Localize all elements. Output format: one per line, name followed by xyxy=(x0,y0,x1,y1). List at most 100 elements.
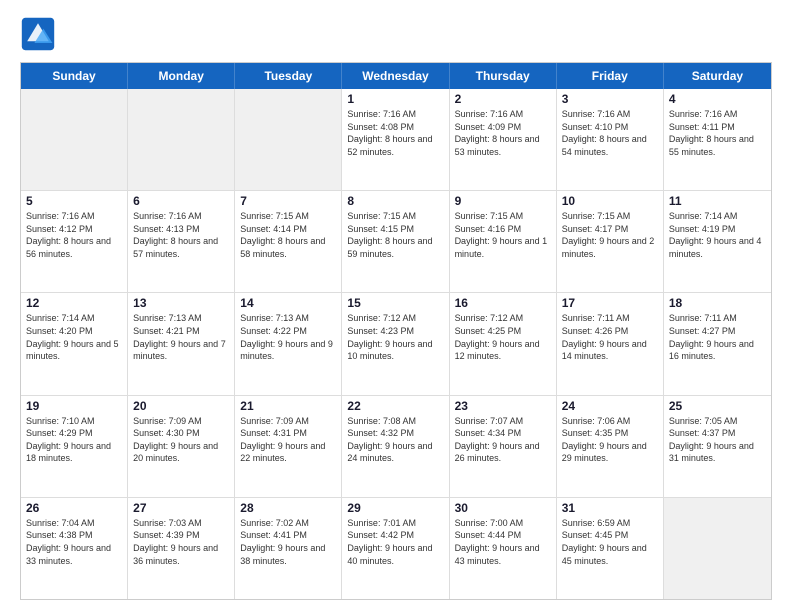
calendar: SundayMondayTuesdayWednesdayThursdayFrid… xyxy=(20,62,772,600)
day-number: 13 xyxy=(133,296,229,310)
calendar-cell: 1 Sunrise: 7:16 AM Sunset: 4:08 PM Daylig… xyxy=(342,89,449,190)
calendar-cell: 24 Sunrise: 7:06 AM Sunset: 4:35 PM Dayli… xyxy=(557,396,664,497)
day-number: 15 xyxy=(347,296,443,310)
day-number: 17 xyxy=(562,296,658,310)
cell-info: Sunrise: 7:08 AM Sunset: 4:32 PM Dayligh… xyxy=(347,415,443,465)
cell-info: Sunrise: 7:16 AM Sunset: 4:08 PM Dayligh… xyxy=(347,108,443,158)
cell-info: Sunrise: 7:00 AM Sunset: 4:44 PM Dayligh… xyxy=(455,517,551,567)
cell-info: Sunrise: 7:04 AM Sunset: 4:38 PM Dayligh… xyxy=(26,517,122,567)
calendar-cell: 19 Sunrise: 7:10 AM Sunset: 4:29 PM Dayli… xyxy=(21,396,128,497)
cell-info: Sunrise: 7:10 AM Sunset: 4:29 PM Dayligh… xyxy=(26,415,122,465)
cell-info: Sunrise: 7:16 AM Sunset: 4:13 PM Dayligh… xyxy=(133,210,229,260)
calendar-cell: 17 Sunrise: 7:11 AM Sunset: 4:26 PM Dayli… xyxy=(557,293,664,394)
header-day: Saturday xyxy=(664,63,771,89)
cell-info: Sunrise: 7:07 AM Sunset: 4:34 PM Dayligh… xyxy=(455,415,551,465)
day-number: 20 xyxy=(133,399,229,413)
calendar-cell: 22 Sunrise: 7:08 AM Sunset: 4:32 PM Dayli… xyxy=(342,396,449,497)
day-number: 11 xyxy=(669,194,766,208)
header xyxy=(20,16,772,52)
calendar-row: 26Sunrise: 7:04 AM Sunset: 4:38 PM Dayli… xyxy=(21,498,771,599)
cell-info: Sunrise: 7:06 AM Sunset: 4:35 PM Dayligh… xyxy=(562,415,658,465)
day-number: 9 xyxy=(455,194,551,208)
calendar-cell: 6Sunrise: 7:16 AM Sunset: 4:13 PM Daylig… xyxy=(128,191,235,292)
header-day: Tuesday xyxy=(235,63,342,89)
day-number: 24 xyxy=(562,399,658,413)
header-day: Friday xyxy=(557,63,664,89)
calendar-cell: 15 Sunrise: 7:12 AM Sunset: 4:23 PM Dayli… xyxy=(342,293,449,394)
calendar-cell: 3Sunrise: 7:16 AM Sunset: 4:10 PM Daylig… xyxy=(557,89,664,190)
cell-info: Sunrise: 6:59 AM Sunset: 4:45 PM Dayligh… xyxy=(562,517,658,567)
day-number: 27 xyxy=(133,501,229,515)
header-day: Thursday xyxy=(450,63,557,89)
calendar-cell: 12 Sunrise: 7:14 AM Sunset: 4:20 PM Dayli… xyxy=(21,293,128,394)
cell-info: Sunrise: 7:11 AM Sunset: 4:26 PM Dayligh… xyxy=(562,312,658,362)
day-number: 7 xyxy=(240,194,336,208)
day-number: 10 xyxy=(562,194,658,208)
calendar-cell: 28Sunrise: 7:02 AM Sunset: 4:41 PM Dayli… xyxy=(235,498,342,599)
cell-info: Sunrise: 7:15 AM Sunset: 4:17 PM Dayligh… xyxy=(562,210,658,260)
day-number: 23 xyxy=(455,399,551,413)
calendar-cell: 26Sunrise: 7:04 AM Sunset: 4:38 PM Dayli… xyxy=(21,498,128,599)
calendar-cell: 9 Sunrise: 7:15 AM Sunset: 4:16 PM Daylig… xyxy=(450,191,557,292)
calendar-cell: 11 Sunrise: 7:14 AM Sunset: 4:19 PM Dayli… xyxy=(664,191,771,292)
cell-info: Sunrise: 7:05 AM Sunset: 4:37 PM Dayligh… xyxy=(669,415,766,465)
day-number: 12 xyxy=(26,296,122,310)
cell-info: Sunrise: 7:09 AM Sunset: 4:30 PM Dayligh… xyxy=(133,415,229,465)
calendar-cell xyxy=(235,89,342,190)
cell-info: Sunrise: 7:13 AM Sunset: 4:22 PM Dayligh… xyxy=(240,312,336,362)
cell-info: Sunrise: 7:14 AM Sunset: 4:20 PM Dayligh… xyxy=(26,312,122,362)
cell-info: Sunrise: 7:15 AM Sunset: 4:15 PM Dayligh… xyxy=(347,210,443,260)
cell-info: Sunrise: 7:12 AM Sunset: 4:23 PM Dayligh… xyxy=(347,312,443,362)
calendar-cell: 2Sunrise: 7:16 AM Sunset: 4:09 PM Daylig… xyxy=(450,89,557,190)
day-number: 4 xyxy=(669,92,766,106)
calendar-cell: 30Sunrise: 7:00 AM Sunset: 4:44 PM Dayli… xyxy=(450,498,557,599)
calendar-row: 1 Sunrise: 7:16 AM Sunset: 4:08 PM Daylig… xyxy=(21,89,771,191)
calendar-cell: 13Sunrise: 7:13 AM Sunset: 4:21 PM Dayli… xyxy=(128,293,235,394)
day-number: 19 xyxy=(26,399,122,413)
cell-info: Sunrise: 7:03 AM Sunset: 4:39 PM Dayligh… xyxy=(133,517,229,567)
cell-info: Sunrise: 7:09 AM Sunset: 4:31 PM Dayligh… xyxy=(240,415,336,465)
calendar-row: 19 Sunrise: 7:10 AM Sunset: 4:29 PM Dayli… xyxy=(21,396,771,498)
calendar-cell: 7 Sunrise: 7:15 AM Sunset: 4:14 PM Daylig… xyxy=(235,191,342,292)
calendar-cell: 16Sunrise: 7:12 AM Sunset: 4:25 PM Dayli… xyxy=(450,293,557,394)
header-day: Sunday xyxy=(21,63,128,89)
day-number: 22 xyxy=(347,399,443,413)
cell-info: Sunrise: 7:15 AM Sunset: 4:16 PM Dayligh… xyxy=(455,210,551,260)
calendar-header: SundayMondayTuesdayWednesdayThursdayFrid… xyxy=(21,63,771,89)
calendar-row: 5 Sunrise: 7:16 AM Sunset: 4:12 PM Daylig… xyxy=(21,191,771,293)
calendar-cell: 4 Sunrise: 7:16 AM Sunset: 4:11 PM Daylig… xyxy=(664,89,771,190)
page: SundayMondayTuesdayWednesdayThursdayFrid… xyxy=(0,0,792,612)
cell-info: Sunrise: 7:16 AM Sunset: 4:12 PM Dayligh… xyxy=(26,210,122,260)
logo-icon xyxy=(20,16,56,52)
calendar-cell: 25 Sunrise: 7:05 AM Sunset: 4:37 PM Dayli… xyxy=(664,396,771,497)
calendar-cell: 27 Sunrise: 7:03 AM Sunset: 4:39 PM Dayli… xyxy=(128,498,235,599)
day-number: 21 xyxy=(240,399,336,413)
calendar-cell: 5 Sunrise: 7:16 AM Sunset: 4:12 PM Daylig… xyxy=(21,191,128,292)
cell-info: Sunrise: 7:14 AM Sunset: 4:19 PM Dayligh… xyxy=(669,210,766,260)
calendar-cell: 31Sunrise: 6:59 AM Sunset: 4:45 PM Dayli… xyxy=(557,498,664,599)
calendar-cell xyxy=(128,89,235,190)
calendar-cell: 18 Sunrise: 7:11 AM Sunset: 4:27 PM Dayli… xyxy=(664,293,771,394)
calendar-cell: 29 Sunrise: 7:01 AM Sunset: 4:42 PM Dayli… xyxy=(342,498,449,599)
cell-info: Sunrise: 7:02 AM Sunset: 4:41 PM Dayligh… xyxy=(240,517,336,567)
header-day: Monday xyxy=(128,63,235,89)
calendar-cell: 23 Sunrise: 7:07 AM Sunset: 4:34 PM Dayli… xyxy=(450,396,557,497)
logo xyxy=(20,16,62,52)
day-number: 29 xyxy=(347,501,443,515)
calendar-cell: 8 Sunrise: 7:15 AM Sunset: 4:15 PM Daylig… xyxy=(342,191,449,292)
cell-info: Sunrise: 7:01 AM Sunset: 4:42 PM Dayligh… xyxy=(347,517,443,567)
cell-info: Sunrise: 7:11 AM Sunset: 4:27 PM Dayligh… xyxy=(669,312,766,362)
day-number: 25 xyxy=(669,399,766,413)
cell-info: Sunrise: 7:15 AM Sunset: 4:14 PM Dayligh… xyxy=(240,210,336,260)
calendar-cell: 20 Sunrise: 7:09 AM Sunset: 4:30 PM Dayli… xyxy=(128,396,235,497)
day-number: 16 xyxy=(455,296,551,310)
header-day: Wednesday xyxy=(342,63,449,89)
calendar-cell: 14Sunrise: 7:13 AM Sunset: 4:22 PM Dayli… xyxy=(235,293,342,394)
calendar-body: 1 Sunrise: 7:16 AM Sunset: 4:08 PM Daylig… xyxy=(21,89,771,599)
day-number: 2 xyxy=(455,92,551,106)
day-number: 5 xyxy=(26,194,122,208)
day-number: 8 xyxy=(347,194,443,208)
cell-info: Sunrise: 7:16 AM Sunset: 4:11 PM Dayligh… xyxy=(669,108,766,158)
day-number: 1 xyxy=(347,92,443,106)
day-number: 18 xyxy=(669,296,766,310)
